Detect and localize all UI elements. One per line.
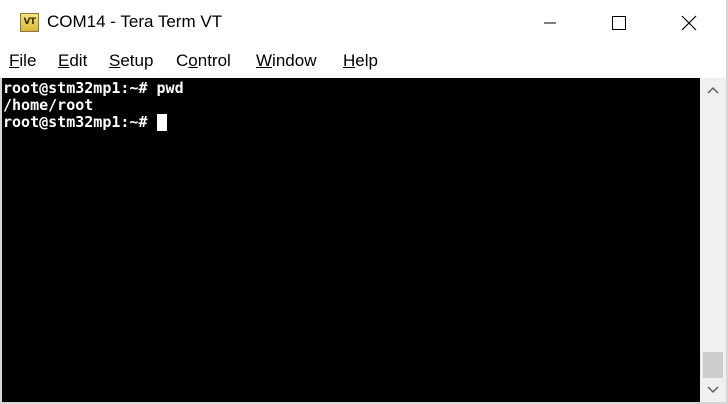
terminal-prompt-line: root@stm32mp1:~# (3, 114, 167, 131)
terminal-line: /home/root (3, 96, 94, 114)
scroll-up-arrow-icon (707, 86, 719, 94)
terminal-cursor (156, 114, 167, 131)
maximize-button[interactable] (596, 0, 642, 46)
terminal-line: root@stm32mp1:~# pwd (3, 79, 184, 97)
menu-help-label: elp (355, 51, 378, 70)
menu-help[interactable]: Help (343, 51, 378, 71)
close-button[interactable] (666, 0, 712, 46)
menu-help-mnemonic: H (343, 51, 356, 70)
menu-file-label: ile (19, 51, 37, 70)
scroll-thumb[interactable] (703, 352, 723, 378)
tera-term-vt-icon[interactable]: VT (20, 13, 39, 32)
tera-term-window: VT COM14 - Tera Term VT File Edit Setup … (0, 0, 728, 404)
menu-edit[interactable]: Edit (58, 51, 87, 71)
menu-edit-mnemonic: E (58, 51, 70, 70)
menu-window-mnemonic: W (256, 51, 273, 70)
menu-setup-label: etup (120, 51, 154, 70)
maximize-icon (612, 16, 626, 30)
window-title: COM14 - Tera Term VT (47, 12, 223, 31)
menu-file-mnemonic: F (9, 51, 20, 70)
menu-edit-label: dit (69, 51, 88, 70)
menu-bar: File Edit Setup Control Window Help (0, 46, 728, 78)
menu-control-mnemonic: o (188, 51, 198, 70)
terminal-prompt: root@stm32mp1:~# (3, 113, 157, 131)
menu-window[interactable]: Window (256, 51, 316, 71)
menu-window-label: indow (272, 51, 317, 70)
close-icon (681, 15, 697, 31)
menu-file[interactable]: File (9, 51, 36, 71)
menu-control-label: ntrol (197, 51, 231, 70)
menu-control[interactable]: Control (176, 51, 231, 71)
scroll-down-arrow-icon (707, 386, 719, 394)
menu-setup[interactable]: Setup (109, 51, 153, 71)
minimize-button[interactable] (527, 0, 573, 46)
menu-setup-mnemonic: S (109, 51, 121, 70)
title-bar[interactable]: VT COM14 - Tera Term VT (0, 0, 728, 46)
scroll-down-button[interactable] (700, 378, 726, 402)
scroll-up-button[interactable] (700, 78, 726, 102)
menu-control-prefix: C (176, 51, 189, 70)
vertical-scrollbar[interactable] (700, 78, 726, 402)
minimize-icon (544, 22, 556, 24)
terminal-screen[interactable]: root@stm32mp1:~# pwd /home/root root@stm… (2, 78, 700, 402)
